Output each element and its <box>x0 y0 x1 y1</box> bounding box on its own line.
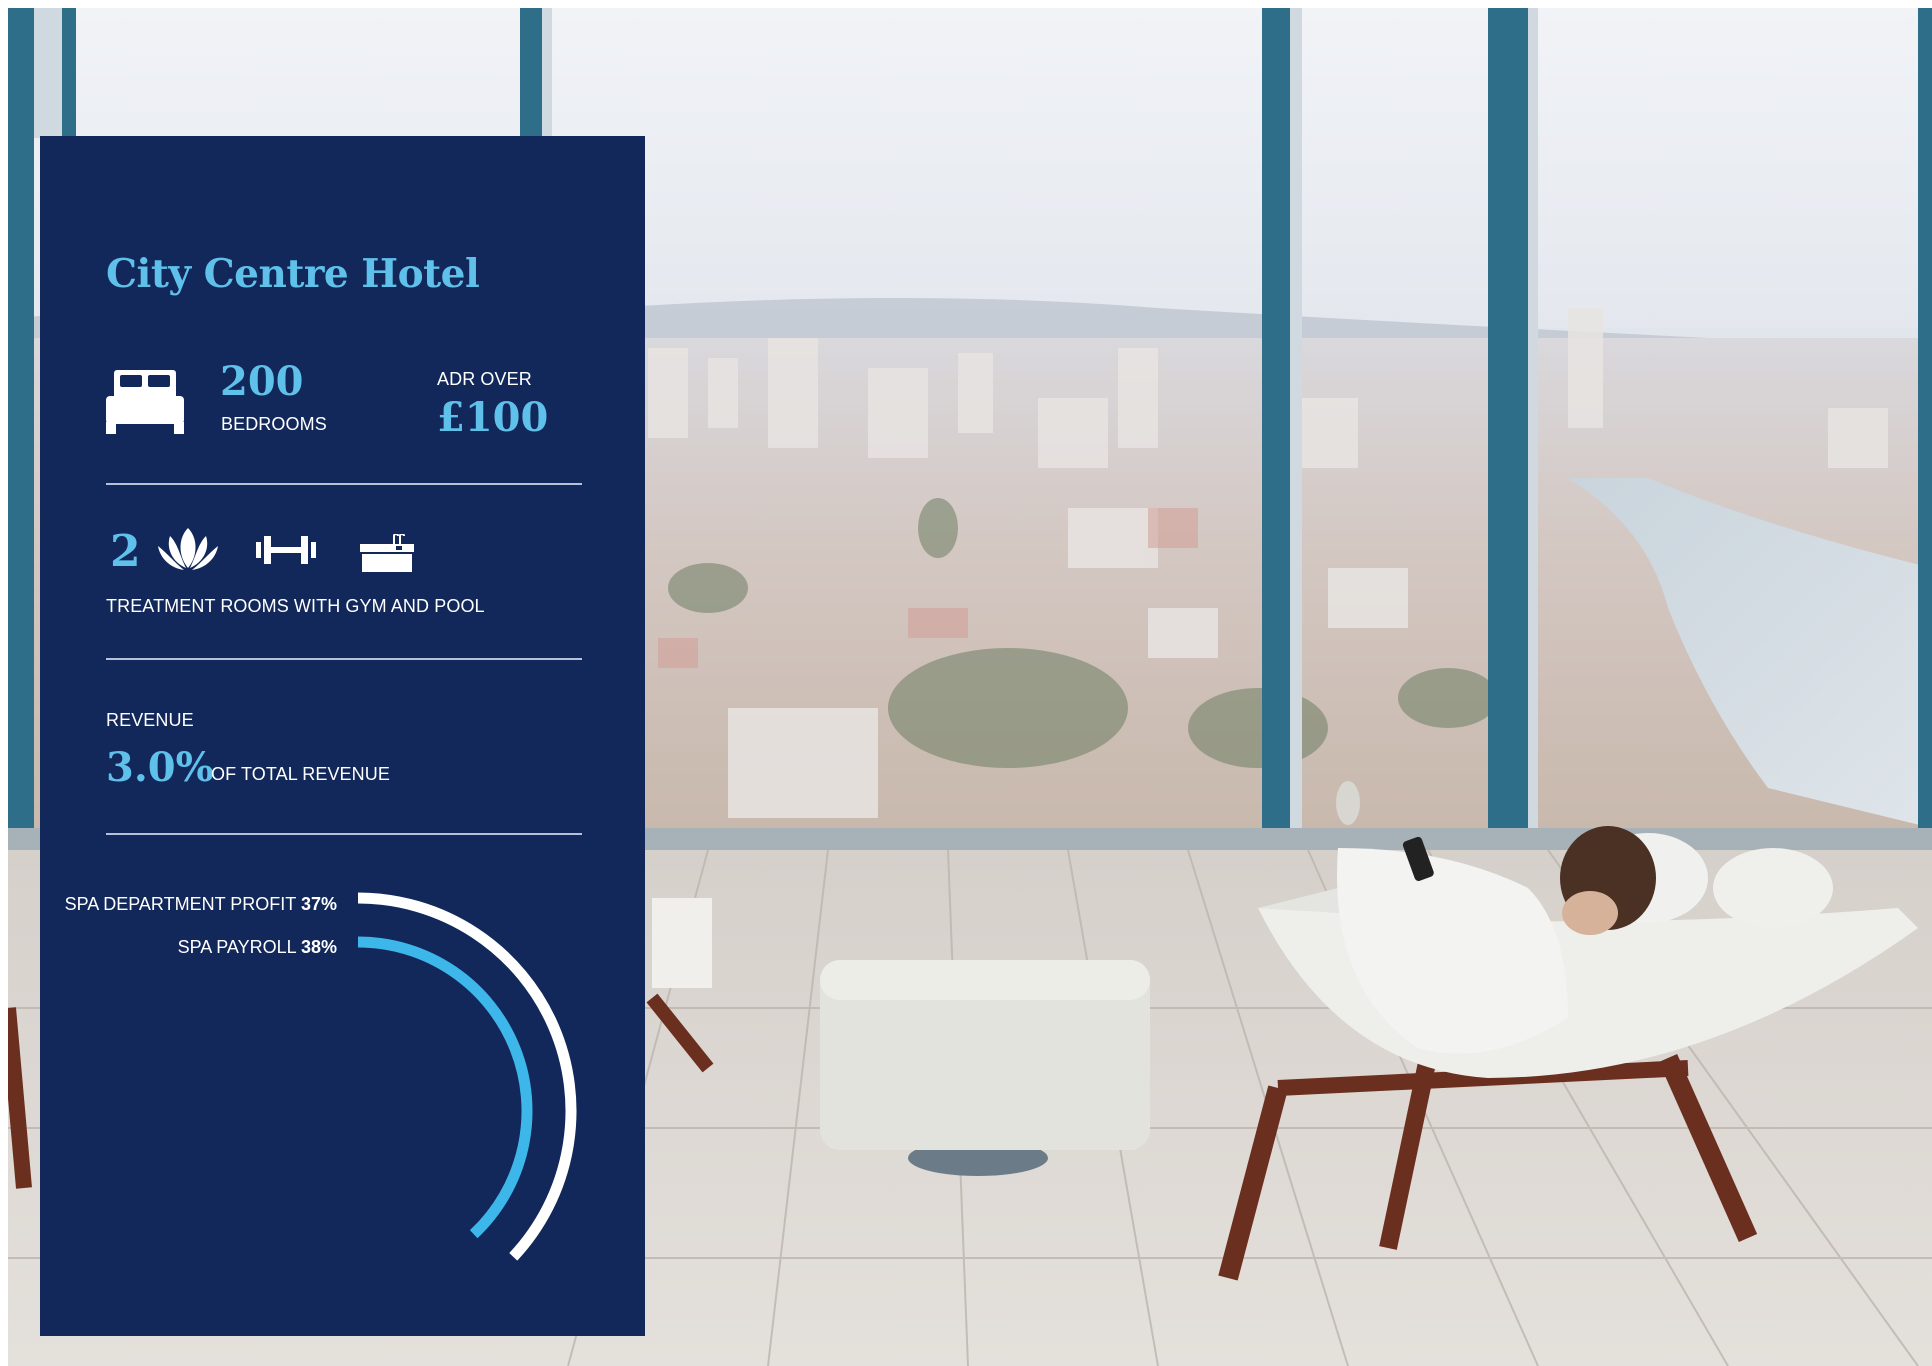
arc-spa-department-profit <box>357 892 577 1261</box>
page: City Centre Hotel 200 BEDROOMS ADR OVER … <box>0 0 1932 1366</box>
hotel-info-card: City Centre Hotel 200 BEDROOMS ADR OVER … <box>40 136 645 1336</box>
arc-gauge <box>357 892 577 1261</box>
arc-spa-payroll <box>357 936 533 1239</box>
